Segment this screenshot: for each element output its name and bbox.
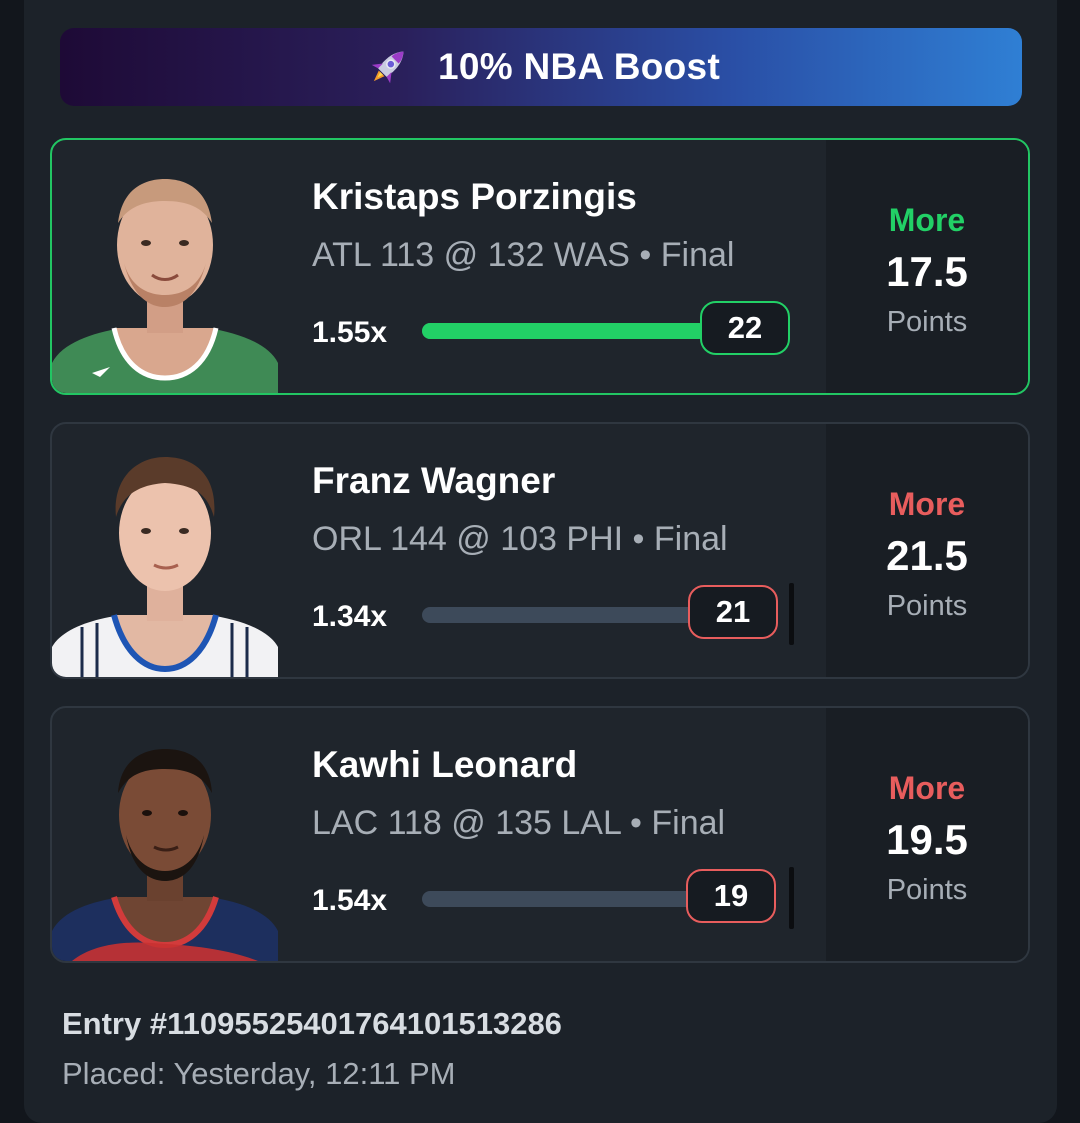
- target-marker: [789, 583, 794, 645]
- stat-type: Points: [886, 306, 968, 338]
- game-info: LAC 118 @ 135 LAL • Final: [312, 804, 726, 842]
- rocket-icon: [371, 51, 404, 84]
- player-photo: [52, 731, 278, 961]
- player-name: Kawhi Leonard: [312, 744, 578, 785]
- boost-label: 10% NBA Boost: [437, 46, 721, 87]
- projection-panel: More 19.5 Points: [826, 708, 1028, 961]
- stat-line: 19.5: [886, 816, 968, 863]
- progress-track: 21: [422, 583, 794, 645]
- multiplier: 1.54x: [312, 884, 388, 917]
- player-photo: [52, 447, 278, 677]
- progress-fill: [422, 323, 707, 339]
- placed-time: Placed: Yesterday, 12:11 PM: [62, 1056, 456, 1091]
- multiplier: 1.34x: [312, 600, 388, 633]
- projection-panel: More 17.5 Points: [826, 140, 1028, 393]
- target-marker: [789, 867, 794, 929]
- stat-type: Points: [886, 874, 968, 906]
- pick-card-wagner[interactable]: Franz Wagner ORL 144 @ 103 PHI • Final 1…: [50, 422, 1030, 679]
- player-name: Franz Wagner: [312, 460, 556, 501]
- actual-value-pill: 19: [686, 869, 776, 923]
- pick-card-leonard[interactable]: Kawhi Leonard LAC 118 @ 135 LAL • Final …: [50, 706, 1030, 963]
- direction-label: More: [888, 486, 966, 522]
- direction-label: More: [888, 202, 966, 238]
- entry-id: Entry #1109552540176410151328­6: [62, 1006, 562, 1041]
- stat-line: 21.5: [886, 532, 968, 579]
- direction-label: More: [888, 770, 966, 806]
- actual-value-pill: 21: [688, 585, 778, 639]
- progress-track: 19: [422, 867, 794, 929]
- actual-value-pill: 22: [700, 301, 790, 355]
- stat-type: Points: [886, 590, 968, 622]
- progress-track: 22: [422, 301, 790, 355]
- game-info: ATL 113 @ 132 WAS • Final: [312, 236, 735, 274]
- boost-banner: 10% NBA Boost: [60, 28, 1022, 106]
- player-photo: [52, 163, 278, 393]
- player-name: Kristaps Porzingis: [312, 176, 637, 217]
- multiplier: 1.55x: [312, 316, 388, 349]
- pick-card-porzingis[interactable]: Kristaps Porzingis ATL 113 @ 132 WAS • F…: [50, 138, 1030, 395]
- game-info: ORL 144 @ 103 PHI • Final: [312, 520, 728, 558]
- projection-panel: More 21.5 Points: [826, 424, 1028, 677]
- stat-line: 17.5: [886, 248, 968, 295]
